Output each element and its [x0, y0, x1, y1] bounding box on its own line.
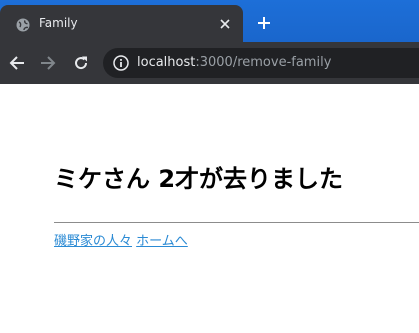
home-link[interactable]: ホームへ: [136, 234, 188, 249]
divider: [54, 222, 419, 223]
back-arrow-icon[interactable]: [7, 53, 27, 73]
tab-title: Family: [39, 16, 78, 30]
address-bar[interactable]: localhost:3000/remove-family: [103, 48, 419, 78]
page-title: ミケさん 2才が去りました: [54, 165, 344, 193]
globe-icon: [16, 17, 30, 32]
url-text: localhost:3000/remove-family: [137, 55, 331, 71]
info-icon[interactable]: [113, 55, 129, 71]
link-list: 磯野家の人々 ホームへ: [54, 233, 188, 251]
reload-icon[interactable]: [71, 53, 91, 73]
browser-toolbar: localhost:3000/remove-family: [0, 42, 419, 84]
plus-icon[interactable]: [255, 14, 273, 32]
isono-family-link[interactable]: 磯野家の人々: [54, 234, 132, 249]
close-icon[interactable]: [217, 16, 233, 32]
url-host: localhost: [137, 55, 196, 70]
tab-strip: Family: [0, 0, 419, 42]
page-content: ミケさん 2才が去りました 磯野家の人々 ホームへ: [0, 84, 419, 333]
forward-arrow-icon[interactable]: [38, 53, 58, 73]
active-tab[interactable]: Family: [0, 5, 243, 42]
url-path: :3000/remove-family: [195, 55, 332, 70]
